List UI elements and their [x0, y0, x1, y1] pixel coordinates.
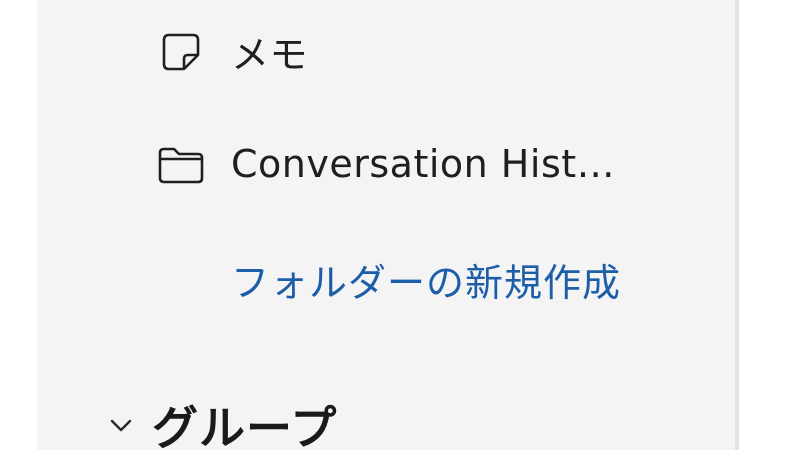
folder-item-conversation-history[interactable]: Conversation Hist… — [155, 138, 615, 190]
folder-item-label: メモ — [231, 33, 309, 77]
app-window: メモ Conversation Hist… フォルダーの新規作成 グループ — [0, 0, 800, 450]
new-folder-link[interactable]: フォルダーの新規作成 — [231, 252, 621, 307]
folder-pane — [37, 0, 735, 450]
sticky-note-icon — [155, 26, 207, 78]
folder-item-label: Conversation Hist… — [231, 142, 616, 186]
pane-divider[interactable] — [735, 0, 739, 450]
folder-item-memo[interactable]: メモ — [155, 24, 308, 79]
groups-section-header[interactable]: グループ — [106, 392, 337, 450]
chevron-down-icon[interactable] — [106, 410, 136, 440]
groups-section-title: グループ — [152, 401, 338, 450]
folder-icon — [155, 138, 207, 190]
